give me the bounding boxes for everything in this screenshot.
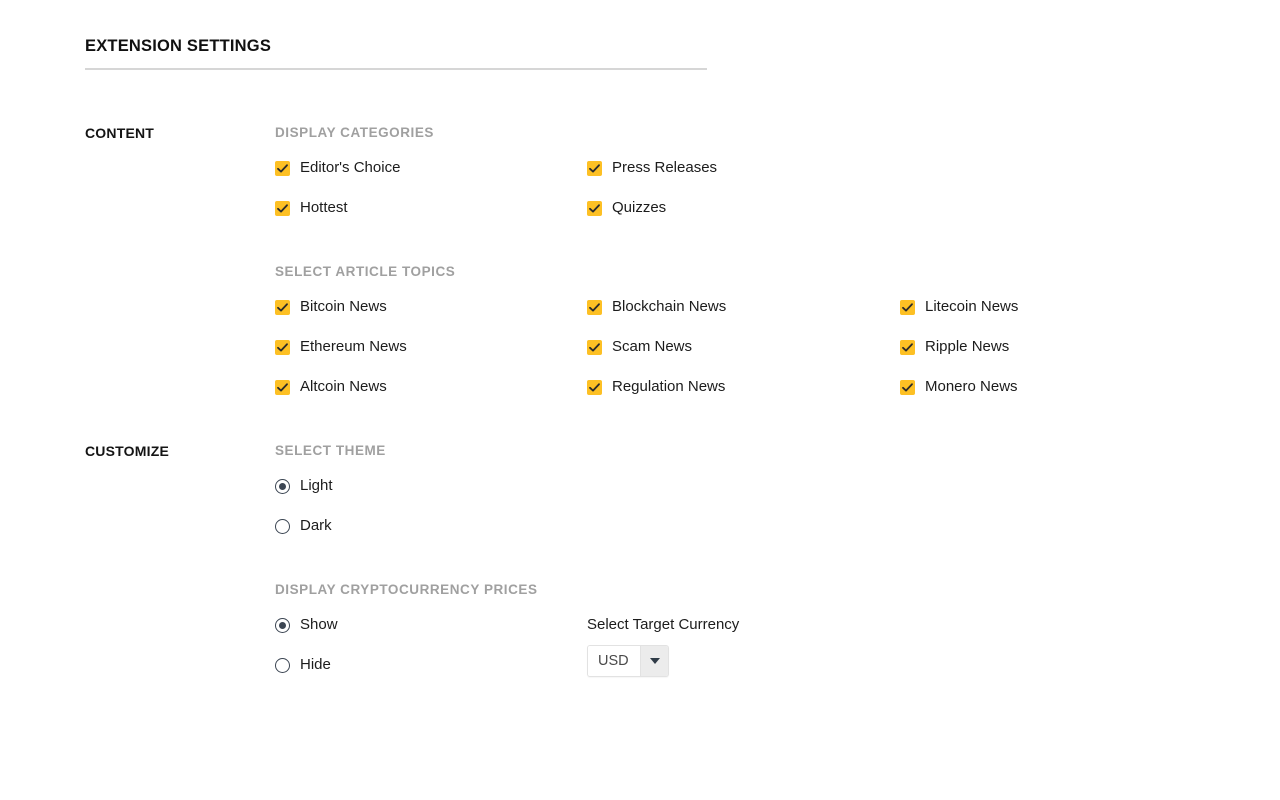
chevron-down-icon[interactable] — [640, 646, 668, 676]
checkbox-icon[interactable] — [587, 379, 602, 395]
checkbox-label: Altcoin News — [300, 378, 387, 395]
radio-icon[interactable] — [275, 617, 290, 633]
checkbox-option-regulation-news[interactable]: Regulation News — [587, 377, 725, 397]
radio-icon[interactable] — [275, 518, 290, 534]
radio-label: Light — [300, 477, 333, 494]
checkbox-label: Editor's Choice — [300, 159, 401, 176]
checkbox-icon[interactable] — [275, 200, 290, 216]
checkbox-option-scam-news[interactable]: Scam News — [587, 337, 692, 357]
checkbox-option-quizzes[interactable]: Quizzes — [587, 198, 666, 218]
group-title-crypto-prices: DISPLAY CRYPTOCURRENCY PRICES — [275, 582, 538, 597]
checkbox-icon[interactable] — [900, 379, 915, 395]
checkbox-label: Blockchain News — [612, 298, 727, 315]
page-header: EXTENSION SETTINGS — [85, 36, 707, 70]
checkbox-option-bitcoin-news[interactable]: Bitcoin News — [275, 297, 387, 317]
checkbox-label: Press Releases — [612, 159, 718, 176]
checkbox-label: Ethereum News — [300, 338, 407, 355]
radio-option-light[interactable]: Light — [275, 476, 333, 496]
radio-option-dark[interactable]: Dark — [275, 516, 332, 536]
checkbox-icon[interactable] — [587, 339, 602, 355]
checkbox-label: Quizzes — [612, 199, 667, 216]
section-label-content: CONTENT — [85, 125, 155, 141]
checkbox-option-hottest[interactable]: Hottest — [275, 198, 348, 218]
extension-settings-page: EXTENSION SETTINGS CONTENT DISPLAY CATEG… — [0, 0, 1280, 800]
radio-label: Dark — [300, 517, 332, 534]
checkbox-option-litecoin-news[interactable]: Litecoin News — [900, 297, 1018, 317]
radio-label: Show — [300, 616, 338, 633]
checkbox-option-editors-choice[interactable]: Editor's Choice — [275, 158, 400, 178]
checkbox-label: Monero News — [925, 378, 1018, 395]
checkbox-label: Litecoin News — [925, 298, 1019, 315]
checkbox-option-ripple-news[interactable]: Ripple News — [900, 337, 1009, 357]
currency-select-caption: Select Target Currency — [587, 616, 740, 633]
checkbox-icon[interactable] — [900, 339, 915, 355]
checkbox-icon[interactable] — [587, 299, 602, 315]
checkbox-icon[interactable] — [275, 339, 290, 355]
radio-option-show[interactable]: Show — [275, 615, 338, 635]
page-title: EXTENSION SETTINGS — [85, 37, 272, 55]
checkbox-label: Bitcoin News — [300, 298, 387, 315]
checkbox-option-altcoin-news[interactable]: Altcoin News — [275, 377, 387, 397]
group-title-display-categories: DISPLAY CATEGORIES — [275, 125, 434, 140]
checkbox-icon[interactable] — [275, 160, 290, 176]
checkbox-icon[interactable] — [587, 200, 602, 216]
currency-select[interactable]: USD — [587, 645, 669, 677]
radio-option-hide[interactable]: Hide — [275, 655, 331, 675]
checkbox-icon[interactable] — [900, 299, 915, 315]
group-title-select-theme: SELECT THEME — [275, 443, 386, 458]
checkbox-label: Hottest — [300, 199, 348, 216]
checkbox-option-ethereum-news[interactable]: Ethereum News — [275, 337, 407, 357]
checkbox-label: Regulation News — [612, 378, 726, 395]
currency-select-wrap: Select Target Currency USD — [587, 615, 739, 677]
checkbox-icon[interactable] — [275, 379, 290, 395]
checkbox-option-blockchain-news[interactable]: Blockchain News — [587, 297, 726, 317]
header-divider — [85, 68, 707, 70]
radio-label: Hide — [300, 656, 331, 673]
radio-icon[interactable] — [275, 478, 290, 494]
checkbox-icon[interactable] — [587, 160, 602, 176]
checkbox-label: Scam News — [612, 338, 693, 355]
currency-select-value: USD — [588, 646, 640, 676]
group-title-article-topics: SELECT ARTICLE TOPICS — [275, 264, 456, 279]
checkbox-option-monero-news[interactable]: Monero News — [900, 377, 1018, 397]
checkbox-label: Ripple News — [925, 338, 1010, 355]
section-label-customize: CUSTOMIZE — [85, 443, 169, 459]
checkbox-option-press-releases[interactable]: Press Releases — [587, 158, 717, 178]
checkbox-icon[interactable] — [275, 299, 290, 315]
radio-icon[interactable] — [275, 657, 290, 673]
